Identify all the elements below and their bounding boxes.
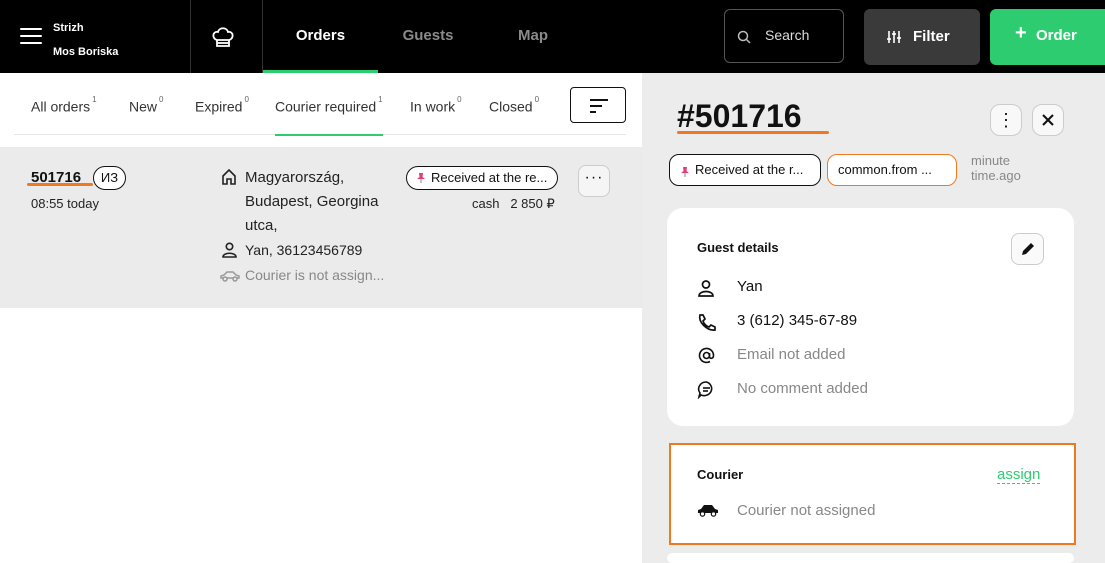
order-status-badge[interactable]: Received at the re... — [406, 166, 558, 190]
order-type-badge: ИЗ — [93, 166, 126, 190]
guest-name: Yan — [737, 278, 763, 295]
courier-assignment-status: Courier not assigned — [737, 502, 876, 519]
plus-icon: + — [1015, 22, 1027, 44]
filter-tab-label: Expired — [195, 98, 243, 115]
filter-tab-count: 1 — [378, 95, 383, 104]
at-sign-icon — [698, 347, 715, 364]
sort-icon — [590, 99, 608, 101]
top-bar: Strizh Mos Boriska Orders Guests Map Fil… — [0, 0, 1105, 73]
source-chip-text: common.from ... — [838, 162, 932, 177]
courier-status: Courier is not assign... — [245, 267, 385, 283]
filter-tab-courier-required[interactable]: Courier required 1 — [275, 73, 383, 136]
filter-tab-expired[interactable]: Expired 0 — [195, 73, 249, 135]
guest-info: Yan, 36123456789 — [245, 242, 363, 258]
sort-icon — [590, 105, 602, 107]
payment-info: cash 2 850 ₽ — [472, 196, 555, 212]
courier-title: Courier — [697, 467, 744, 482]
guest-details-title: Guest details — [697, 240, 779, 255]
filter-tab-count: 0 — [457, 95, 462, 104]
car-icon — [698, 505, 718, 517]
filter-tab-label: Courier required — [275, 98, 377, 115]
home-icon — [222, 168, 236, 185]
close-icon-glyph — [1042, 114, 1054, 126]
sort-icon — [590, 111, 596, 113]
edit-button[interactable] — [1011, 233, 1044, 265]
sliders-icon — [887, 31, 901, 43]
search-icon — [737, 30, 751, 44]
assign-courier-link[interactable]: assign — [997, 466, 1041, 484]
car-icon — [220, 271, 240, 282]
order-time: 08:55 today — [31, 196, 99, 211]
pin-icon — [681, 167, 689, 177]
status-chip[interactable]: Received at the r... — [669, 154, 821, 186]
filter-tab-label: Closed — [489, 98, 533, 115]
time-ago: minute time.ago — [971, 153, 1021, 183]
new-order-button[interactable]: + Order — [990, 9, 1105, 65]
person-icon — [222, 242, 237, 258]
filter-tab-label: All orders — [31, 98, 91, 115]
filter-tab-all[interactable]: All orders 1 — [31, 73, 97, 135]
divider — [190, 0, 191, 73]
tab-orders[interactable]: Orders — [263, 0, 378, 73]
filter-tab-count: 0 — [244, 95, 249, 104]
filter-button[interactable]: Filter — [864, 9, 980, 65]
search-box[interactable] — [724, 9, 844, 63]
filter-tab-closed[interactable]: Closed 0 — [489, 73, 539, 135]
order-label: Order — [1036, 27, 1077, 44]
guest-phone[interactable]: 3 (612) 345-67-89 — [737, 312, 857, 329]
guest-email: Email not added — [737, 346, 846, 363]
filter-tab-count: 1 — [92, 95, 97, 104]
pencil-icon — [1022, 243, 1034, 255]
search-input[interactable] — [765, 27, 837, 43]
source-chip: common.from ... — [827, 154, 957, 186]
highlight-underline — [27, 183, 93, 186]
detail-order-number: #501716 — [677, 98, 802, 134]
status-chip-text: Received at the r... — [695, 162, 804, 177]
filter-tab-label: New — [129, 98, 158, 115]
next-card — [667, 553, 1074, 563]
order-status-text: Received at the re... — [431, 170, 548, 185]
highlight-underline — [677, 131, 829, 134]
tab-map[interactable]: Map — [493, 0, 573, 73]
phone-icon — [698, 314, 716, 331]
payment-method: cash — [472, 196, 500, 211]
chef-hat-icon[interactable] — [211, 24, 235, 50]
filter-tab-count: 0 — [159, 95, 164, 104]
brand-name: Strizh — [53, 22, 84, 34]
filter-tab-count: 0 — [534, 95, 540, 104]
kebab-menu-icon[interactable]: ⋮ — [990, 104, 1022, 136]
status-filter-tabs: All orders 1 New 0 Expired 0 Courier requir… — [14, 73, 626, 136]
courier-card — [669, 443, 1076, 545]
sort-button[interactable] — [570, 87, 626, 123]
tab-guests[interactable]: Guests — [383, 0, 473, 73]
pin-icon — [417, 173, 425, 183]
filter-tab-new[interactable]: New 0 — [129, 73, 163, 135]
filter-tab-label: In work — [410, 98, 456, 115]
filter-tab-in-work[interactable]: In work 0 — [410, 73, 462, 135]
person-icon — [698, 280, 714, 297]
close-icon[interactable] — [1032, 104, 1064, 136]
guest-comment: No comment added — [737, 380, 868, 397]
menu-icon[interactable] — [20, 28, 42, 46]
more-options-button[interactable]: ··· — [578, 165, 610, 197]
order-amount: 2 850 ₽ — [510, 196, 555, 211]
delivery-address: Magyarország, Budapest, Georgina utca, — [245, 169, 379, 234]
restaurant-name: Mos Boriska — [53, 46, 119, 58]
brand[interactable]: Strizh Mos Boriska — [53, 16, 118, 64]
comment-icon — [697, 381, 713, 399]
filter-label: Filter — [913, 28, 950, 45]
